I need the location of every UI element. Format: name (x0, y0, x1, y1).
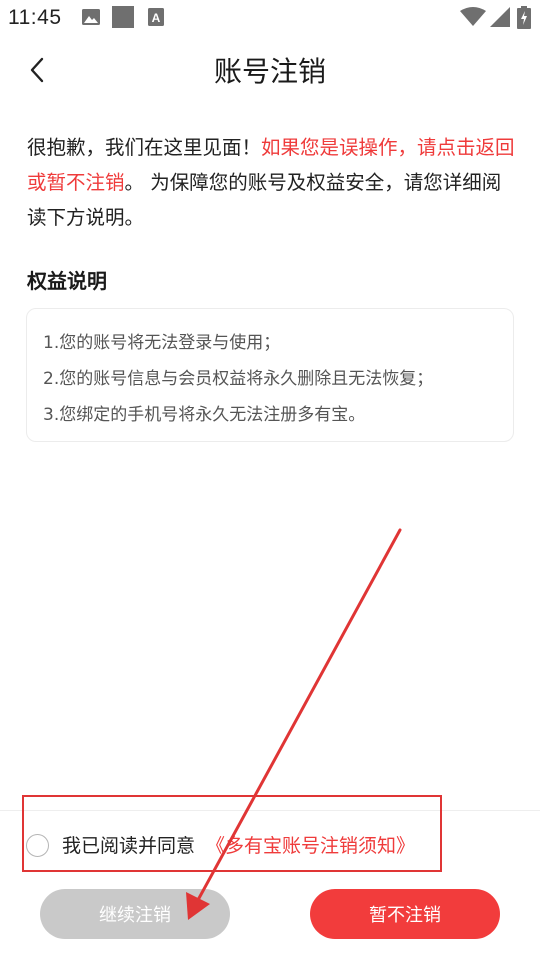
page-title: 账号注销 (213, 55, 326, 88)
keep-account-button[interactable]: 暂不注销 (310, 889, 500, 939)
status-bar: 11:45 A (0, 0, 540, 38)
rights-item: 1.您的账号将无法登录与使用； (43, 333, 281, 353)
battery-charging-icon (517, 6, 531, 29)
wifi-icon (460, 7, 486, 26)
square-icon (112, 6, 134, 28)
svg-text:A: A (152, 11, 161, 25)
rights-item: 2.您的账号信息与会员权益将永久删除且无法恢复； (43, 369, 434, 389)
a-icon: A (148, 8, 164, 26)
gallery-icon (82, 9, 100, 25)
status-time: 11:45 (8, 6, 62, 29)
rights-section-title: 权益说明 (27, 269, 107, 293)
rights-item: 3.您绑定的手机号将永久无法注册多有宝。 (43, 405, 366, 425)
intro-text-part-1: 很抱歉，我们在这里见面！ (27, 136, 262, 159)
continue-cancel-button[interactable]: 继续注销 (40, 889, 230, 939)
annotation-highlight-box (22, 795, 442, 872)
intro-text: 很抱歉，我们在这里见面！如果您是误操作，请点击返回或暂不注销。 为保障您的账号及… (27, 130, 519, 235)
rights-box: 1.您的账号将无法登录与使用； 2.您的账号信息与会员权益将永久删除且无法恢复；… (26, 308, 514, 442)
cell-signal-icon (490, 7, 510, 27)
